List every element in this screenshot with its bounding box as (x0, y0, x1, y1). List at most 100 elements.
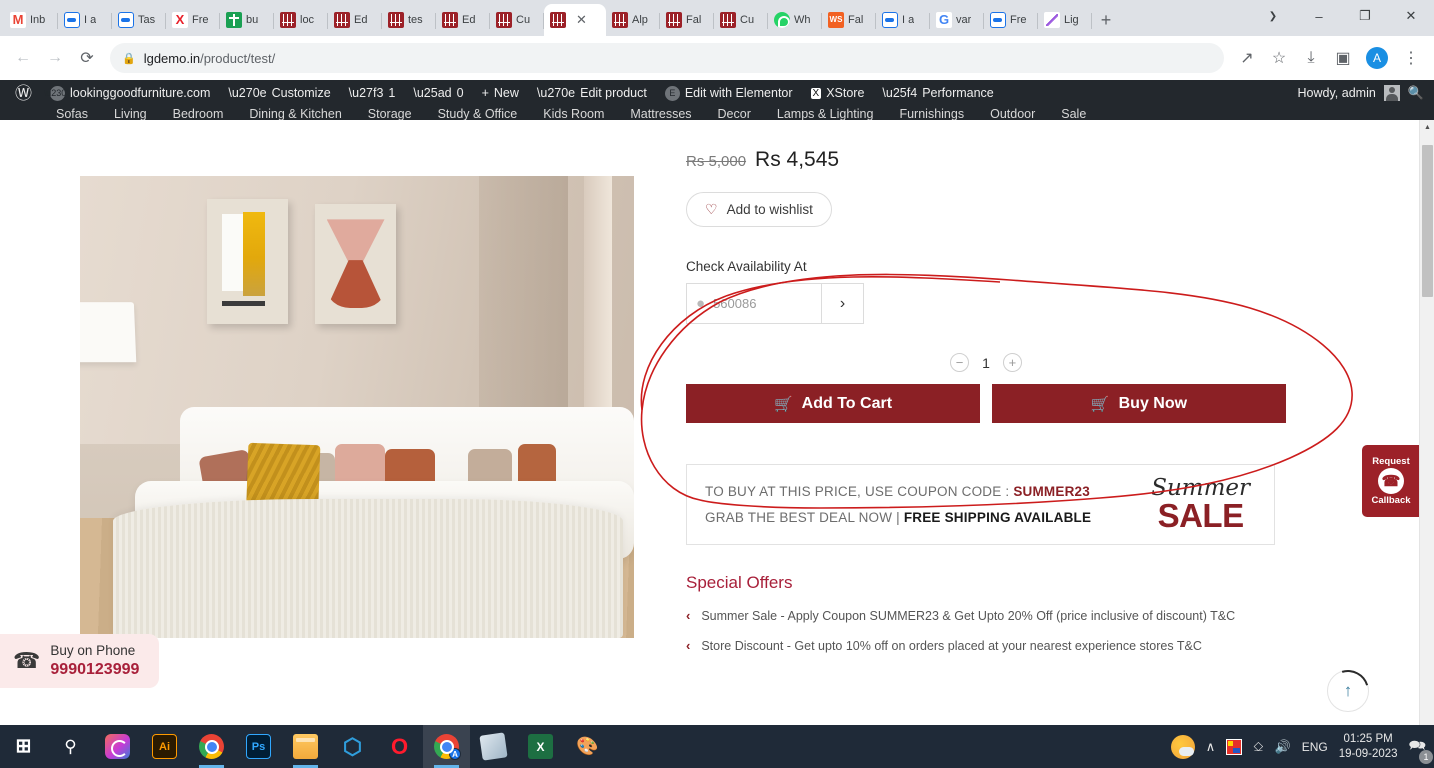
chrome-menu-icon[interactable]: ⋮ (1396, 43, 1426, 73)
admin-performance[interactable]: \u25f4 Performance (873, 80, 1002, 106)
scrollbar-up-arrow[interactable]: ▲ (1420, 120, 1434, 135)
page-scrollbar[interactable]: ▲ ▼ (1419, 120, 1434, 725)
add-to-cart-button[interactable]: 🛒 Add To Cart (686, 384, 980, 423)
chrome-profile-taskbar-button[interactable]: A (423, 725, 470, 768)
site-nav-item[interactable]: Mattresses (630, 108, 691, 121)
browser-tab[interactable]: tes (382, 4, 436, 36)
site-nav-item[interactable]: Storage (368, 108, 412, 121)
browser-tab[interactable]: Cu (490, 4, 544, 36)
site-nav-item[interactable]: Outdoor (990, 108, 1035, 121)
sticky-notes-taskbar-button[interactable] (470, 725, 517, 768)
site-nav-item[interactable]: Sale (1061, 108, 1086, 121)
admin-updates[interactable]: \u27f3 1 (340, 80, 405, 106)
illustrator-taskbar-button[interactable]: Ai (141, 725, 188, 768)
tray-app-icon[interactable] (1226, 738, 1243, 755)
start-button-taskbar-button[interactable]: ⊞ (0, 725, 47, 768)
chrome-taskbar-button[interactable] (188, 725, 235, 768)
site-nav-item[interactable]: Furnishings (899, 108, 964, 121)
browser-tab[interactable]: loc (274, 4, 328, 36)
howdy-label[interactable]: Howdy, admin (1298, 86, 1376, 100)
weather-icon[interactable] (1170, 734, 1195, 759)
admin-new[interactable]: + New (473, 80, 528, 106)
browser-tab[interactable]: Cu (714, 4, 768, 36)
photoshop-taskbar-button[interactable]: Ps (235, 725, 282, 768)
excel-taskbar-button[interactable]: X (517, 725, 564, 768)
site-nav-item[interactable]: Dining & Kitchen (249, 108, 341, 121)
product-image-gallery[interactable] (80, 176, 634, 638)
browser-tab[interactable]: Fre (166, 4, 220, 36)
scrollbar-thumb[interactable] (1422, 145, 1433, 297)
admin-comments[interactable]: \u25ad 0 (404, 80, 472, 106)
site-nav-item[interactable]: Sofas (56, 108, 88, 121)
file-explorer-taskbar-button[interactable] (282, 725, 329, 768)
site-nav-item[interactable]: Lamps & Lighting (777, 108, 874, 121)
admin-edit-with-elementor[interactable]: E Edit with Elementor (656, 80, 802, 106)
browser-tab[interactable]: Tas (112, 4, 166, 36)
browser-tab[interactable]: Ed (328, 4, 382, 36)
new-tab-button[interactable]: + (1092, 6, 1120, 34)
scroll-to-top-button[interactable]: ↑ (1319, 662, 1377, 720)
browser-tab[interactable]: Ed (436, 4, 490, 36)
close-window-button[interactable]: ✕ (1388, 0, 1434, 32)
browser-tab[interactable]: bu (220, 4, 274, 36)
browser-tab[interactable]: Wh (768, 4, 822, 36)
tray-chevron-icon[interactable]: ∧ (1206, 739, 1216, 755)
share-icon[interactable]: ↗ (1232, 43, 1262, 73)
search-button-taskbar-button[interactable]: ⚲ (47, 725, 94, 768)
scroll-progress-arc (1319, 662, 1377, 720)
browser-tab[interactable]: var (930, 4, 984, 36)
browser-tab[interactable]: Fre (984, 4, 1038, 36)
buy-on-phone-widget[interactable]: ☎ Buy on Phone 9990123999 (0, 634, 159, 688)
vscode-taskbar-button[interactable]: ⬡ (329, 725, 376, 768)
site-nav-item[interactable]: Living (114, 108, 147, 121)
maximize-button[interactable]: ❐ (1342, 0, 1388, 32)
quantity-value[interactable]: 1 (982, 355, 990, 371)
pincode-input-wrap[interactable]: ● 560086 (687, 284, 821, 323)
site-nav-item[interactable]: Decor (718, 108, 751, 121)
creative-cloud-taskbar-button[interactable] (94, 725, 141, 768)
browser-tab[interactable]: I a (58, 4, 112, 36)
admin-customize[interactable]: \u270e Customize (219, 80, 339, 106)
admin-site-name[interactable]: \u2302 lookinggoodfurniture.com (41, 80, 219, 106)
clock[interactable]: 01:25 PM 19-09-2023 (1339, 732, 1398, 761)
browser-tab[interactable]: Alp (606, 4, 660, 36)
admin-xstore[interactable]: X XStore (802, 80, 874, 106)
special-offer-item[interactable]: ‹ Summer Sale - Apply Coupon SUMMER23 & G… (686, 608, 1286, 623)
browser-tab[interactable]: Fal (660, 4, 714, 36)
address-bar[interactable]: 🔒 lgdemo.in/product/test/ (110, 43, 1224, 73)
browser-tab[interactable]: Inb (4, 4, 58, 36)
tab-close-icon[interactable]: ✕ (576, 12, 587, 28)
search-icon[interactable]: 🔍 (1408, 85, 1424, 101)
site-nav-item[interactable]: Study & Office (438, 108, 518, 121)
quantity-decrease-button[interactable]: − (950, 353, 970, 372)
side-panel-icon[interactable]: ▣ (1328, 43, 1358, 73)
volume-icon[interactable]: 🔊 (1275, 739, 1291, 755)
browser-tab[interactable]: Fal (822, 4, 876, 36)
add-to-wishlist-button[interactable]: ♡ Add to wishlist (686, 192, 832, 227)
minimize-button[interactable]: – (1296, 0, 1342, 32)
site-nav-item[interactable]: Kids Room (543, 108, 604, 121)
bookmark-star-icon[interactable]: ☆ (1264, 43, 1294, 73)
forward-button[interactable]: → (40, 43, 70, 73)
wp-logo-icon[interactable]: Ⓦ (6, 80, 41, 106)
profile-avatar[interactable]: A (1366, 47, 1388, 69)
reload-button[interactable]: ⟳ (72, 43, 102, 73)
browser-tab[interactable]: ✕ (544, 4, 606, 36)
request-callback-widget[interactable]: Request ☎ Callback (1362, 445, 1420, 517)
browser-tab[interactable]: Lig (1038, 4, 1092, 36)
opera-taskbar-button[interactable]: O (376, 725, 423, 768)
download-icon[interactable]: ⤓ (1296, 43, 1326, 73)
paint-taskbar-button[interactable]: 🎨 (564, 725, 611, 768)
network-icon[interactable]: ⎐ (1253, 739, 1263, 755)
browser-tab[interactable]: I a (876, 4, 930, 36)
tab-search-chevron-icon[interactable]: ❯ (1250, 0, 1296, 32)
back-button[interactable]: ← (8, 43, 38, 73)
admin-edit-product[interactable]: \u270e Edit product (528, 80, 656, 106)
language-indicator[interactable]: ENG (1302, 740, 1328, 754)
special-offer-item[interactable]: ‹ Store Discount - Get upto 10% off on or… (686, 639, 1286, 654)
site-nav-item[interactable]: Bedroom (173, 108, 224, 121)
notification-center-button[interactable]: 🗪 1 (1409, 735, 1433, 764)
pincode-submit-button[interactable]: › (821, 284, 863, 323)
buy-now-button[interactable]: 🛒 Buy Now (992, 384, 1286, 423)
quantity-increase-button[interactable]: + (1002, 353, 1022, 372)
